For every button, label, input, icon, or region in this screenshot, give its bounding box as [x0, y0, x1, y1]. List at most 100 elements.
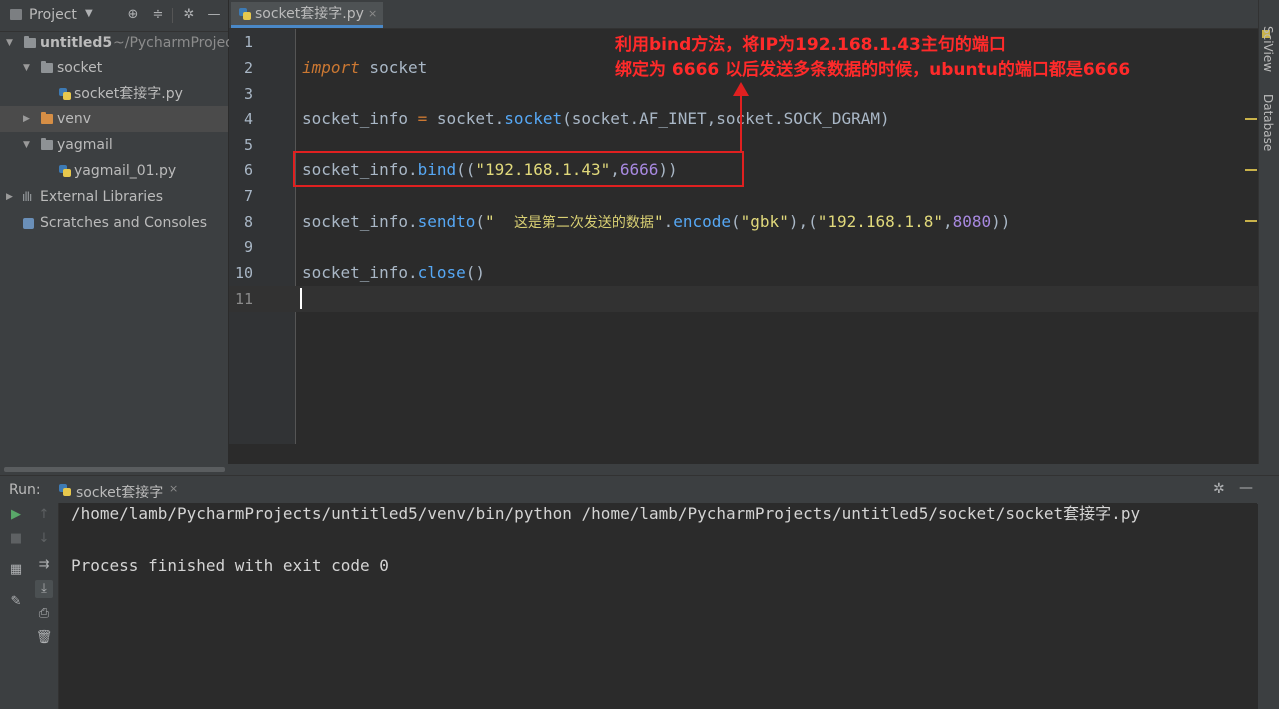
project-view-selector[interactable]: Project	[29, 7, 77, 23]
tree-item-label: External Libraries	[40, 189, 163, 205]
collapsed-arrow-icon[interactable]: ▶	[23, 106, 30, 132]
code-line-4: socket_info = socket.socket(socket.AF_IN…	[302, 106, 890, 132]
project-panel-header: Project ▼ ⊕ ≑ ✲ —	[0, 0, 228, 32]
string-literal: 这是第二次发送的数据	[513, 215, 654, 231]
tree-item-path: ~/PycharmProjec	[113, 35, 233, 51]
folder-icon	[41, 112, 53, 124]
python-file-icon	[239, 8, 251, 20]
tab-label: socket套接字.py	[255, 6, 364, 22]
code-token: (	[731, 212, 741, 231]
line-number: 5	[243, 136, 253, 154]
tree-item-venv[interactable]: ▶ venv	[0, 106, 228, 132]
warning-marker[interactable]	[1245, 220, 1257, 222]
code-token: ()	[465, 263, 486, 282]
tree-item-external-libraries[interactable]: ▶ ıllı External Libraries	[0, 184, 228, 210]
pin-icon[interactable]: ✎	[7, 593, 25, 611]
chevron-down-icon[interactable]: ▼	[85, 8, 93, 19]
tool-tab-sciview[interactable]: SciView	[1261, 26, 1275, 72]
line-number: 2	[243, 59, 253, 77]
warning-marker[interactable]	[1245, 118, 1257, 120]
tree-item-label: socket套接字.py	[74, 86, 183, 102]
down-arrow-icon[interactable]: ↓	[35, 530, 53, 548]
python-file-icon	[59, 88, 71, 100]
run-toolbar-primary: ▶ ■ ▦ ✎	[0, 503, 32, 709]
up-arrow-icon[interactable]: ↑	[35, 506, 53, 524]
line-number: 1	[243, 33, 253, 51]
soft-wrap-icon[interactable]: ⇉	[35, 556, 53, 574]
code-line-8: socket_info.sendto(" 这是第二次发送的数据".encode(…	[302, 209, 1010, 236]
scroll-to-end-icon[interactable]: ⤓	[35, 580, 53, 598]
tree-item-socket-file[interactable]: socket套接字.py	[0, 81, 228, 107]
close-tab-icon[interactable]: ×	[169, 482, 178, 495]
code-token: socket	[359, 58, 428, 77]
project-panel: Project ▼ ⊕ ≑ ✲ — ▼ untitled5 ~/PycharmP…	[0, 0, 233, 464]
tree-item-scratches[interactable]: Scratches and Consoles	[0, 210, 228, 236]
collapsed-arrow-icon[interactable]: ▶	[6, 184, 13, 210]
code-token: ))	[991, 212, 1011, 231]
collapse-icon[interactable]: ≑	[150, 7, 166, 23]
string-literal: "gbk"	[740, 212, 789, 231]
libraries-icon: ıllı	[22, 190, 32, 204]
horizontal-scrollbar[interactable]	[4, 467, 225, 472]
print-icon[interactable]: ⎙	[35, 605, 53, 623]
code-token: socket_info	[302, 109, 418, 128]
annotation-text-line-2: 绑定为 6666 以后发送多条数据的时候，ubuntu的端口都是6666	[615, 60, 1131, 80]
function-name: socket	[504, 109, 563, 128]
close-tab-icon[interactable]: ×	[368, 2, 377, 26]
expand-arrow-icon[interactable]: ▼	[6, 30, 13, 56]
line-number: 7	[243, 187, 253, 205]
warning-marker[interactable]	[1245, 169, 1257, 171]
run-panel-header: Run: socket套接字 × ✲ —	[0, 475, 1279, 504]
minimize-icon[interactable]: —	[206, 7, 222, 23]
tab-socket-file[interactable]: socket套接字.py ×	[231, 2, 383, 28]
annotation-arrow	[740, 92, 742, 152]
layout-icon[interactable]: ▦	[7, 561, 25, 579]
line-number: 8	[243, 213, 253, 231]
trash-icon[interactable]: 🗑	[35, 629, 53, 647]
line-number: 3	[243, 85, 253, 103]
code-line-10: socket_info.close()	[302, 260, 485, 286]
console-output[interactable]: /home/lamb/PycharmProjects/untitled5/ven…	[59, 503, 1257, 709]
expand-arrow-icon[interactable]: ▼	[23, 132, 30, 158]
code-token: ,	[942, 212, 953, 231]
tree-item-untitled5[interactable]: ▼ untitled5 ~/PycharmProjec	[0, 30, 233, 56]
gear-icon[interactable]: ✲	[181, 7, 197, 23]
expand-arrow-icon[interactable]: ▼	[23, 55, 30, 81]
divider	[172, 8, 173, 23]
tree-item-socket[interactable]: ▼ socket	[0, 55, 228, 81]
scratches-icon	[23, 218, 34, 229]
arrow-up-icon	[733, 82, 749, 96]
console-scrollbar[interactable]	[1258, 503, 1279, 709]
function-name: close	[417, 263, 466, 282]
code-token: socket.	[427, 109, 505, 128]
string-literal: "	[653, 212, 664, 231]
text-caret	[300, 288, 302, 309]
tree-item-yagmail-file[interactable]: yagmail_01.py	[0, 158, 228, 184]
run-icon[interactable]: ▶	[7, 506, 25, 524]
gear-icon[interactable]: ✲	[1213, 481, 1225, 497]
operator: =	[417, 109, 428, 128]
line-number: 9	[243, 238, 253, 256]
stop-icon[interactable]: ■	[7, 530, 25, 548]
line-number: 11	[234, 290, 253, 308]
line-number: 6	[243, 161, 253, 179]
code-token: (	[475, 212, 486, 231]
project-icon	[10, 9, 22, 20]
tool-tab-database[interactable]: Database	[1261, 94, 1275, 151]
run-panel-label: Run:	[9, 482, 41, 498]
minimize-icon[interactable]: —	[1239, 480, 1253, 496]
tree-item-label: untitled5	[40, 35, 113, 51]
locate-icon[interactable]: ⊕	[125, 7, 141, 23]
line-number: 4	[243, 110, 253, 128]
tree-item-yagmail[interactable]: ▼ yagmail	[0, 132, 228, 158]
tree-item-label: socket	[57, 60, 103, 76]
code-token: socket_info.	[302, 212, 418, 231]
run-tab-socket[interactable]: socket套接字	[76, 482, 163, 502]
code-token: ),(	[788, 212, 818, 231]
line-number: 10	[234, 264, 253, 282]
run-toolbar-secondary: ↑ ↓ ⇉ ⤓ ⎙ 🗑	[32, 503, 59, 709]
python-file-icon	[59, 484, 71, 496]
tree-item-label: yagmail	[57, 137, 113, 153]
tree-item-label: yagmail_01.py	[74, 163, 177, 179]
folder-icon	[41, 138, 53, 150]
